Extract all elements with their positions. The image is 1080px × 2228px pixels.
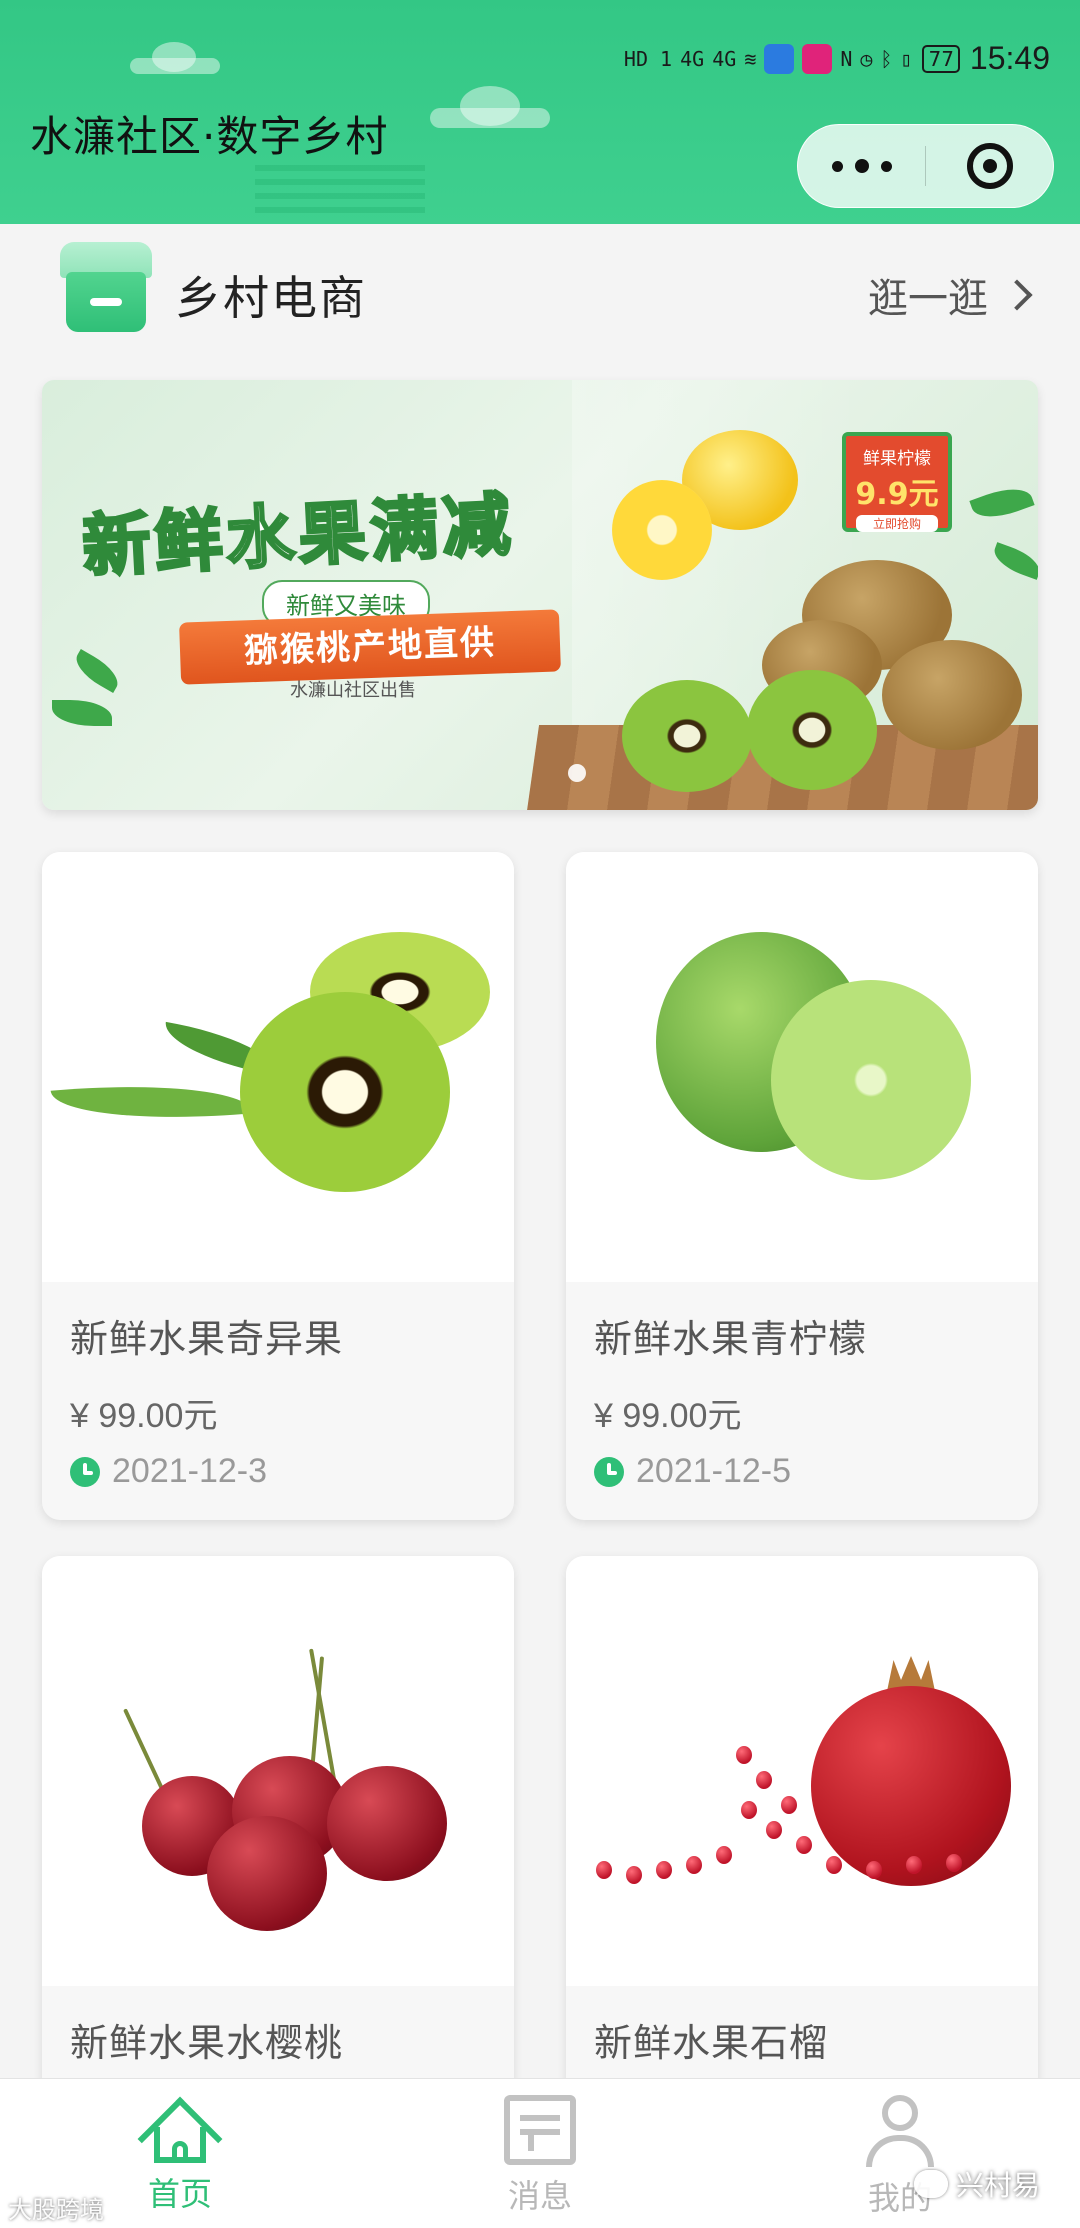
leaf-decoration xyxy=(69,648,125,694)
product-date: 2021-12-3 xyxy=(70,1452,267,1491)
app-screen: HD 1 4G 4G ≋ N ◷ ᛒ ▯ 77 15:49 水濂社区·数字乡村 xyxy=(0,0,1080,2228)
kiwi-slice-image xyxy=(747,670,877,790)
lemon-price-badge: 鲜果柠檬 9.9元 立即抢购 xyxy=(842,432,952,532)
vibrate-icon: ▯ xyxy=(900,46,913,71)
miniprogram-capsule xyxy=(797,124,1054,208)
carousel-indicator[interactable] xyxy=(568,764,586,782)
hd1-label: HD 1 xyxy=(623,46,673,71)
product-card[interactable]: 新鲜水果奇异果 ¥ 99.00元 2021-12-3 xyxy=(42,852,514,1520)
product-name: 新鲜水果水樱桃 xyxy=(70,2021,344,2065)
badge-price: 9.9元 xyxy=(855,477,939,512)
lemon-half-image xyxy=(612,480,712,580)
banner-seller: 水濂山社区出售 xyxy=(290,680,416,701)
product-name: 新鲜水果石榴 xyxy=(594,2021,829,2065)
section-header: 乡村电商 逛一逛 xyxy=(0,224,1080,374)
wifi-icon: ≋ xyxy=(744,46,757,71)
close-miniprogram-button[interactable] xyxy=(926,124,1053,208)
tab-messages[interactable]: 消息 xyxy=(360,2079,720,2228)
cloud-decoration xyxy=(130,42,220,74)
signal-icons: HD 1 4G 4G ≋ N ◷ ᛒ ▯ xyxy=(623,43,913,74)
product-image-pomegranate xyxy=(566,1556,1038,1986)
status-bar: HD 1 4G 4G ≋ N ◷ ᛒ ▯ 77 15:49 xyxy=(624,40,1050,77)
app-notification-icon xyxy=(764,43,795,74)
product-image-kiwi xyxy=(42,852,514,1282)
bluetooth-icon: ᛒ xyxy=(880,46,893,71)
product-name: 新鲜水果青柠檬 xyxy=(594,1317,868,1361)
app-header: HD 1 4G 4G ≋ N ◷ ᛒ ▯ 77 15:49 水濂社区·数字乡村 xyxy=(0,0,1080,224)
app-title: 水濂社区·数字乡村 xyxy=(30,112,389,161)
badge-title: 鲜果柠檬 xyxy=(863,449,931,469)
kiwi-slice-image xyxy=(622,680,752,792)
leaf-decoration xyxy=(989,542,1038,580)
browse-link[interactable]: 逛一逛 xyxy=(868,266,1033,324)
chevron-right-icon xyxy=(1001,279,1033,311)
message-icon xyxy=(504,2095,576,2165)
network-label: 4G xyxy=(712,46,737,71)
product-date-text: 2021-12-5 xyxy=(636,1452,792,1490)
user-icon xyxy=(864,2095,936,2167)
clock-icon xyxy=(594,1456,624,1487)
home-icon xyxy=(137,2095,223,2182)
product-image-lime xyxy=(566,852,1038,1282)
alarm-icon: ◷ xyxy=(860,46,873,71)
leaf-decoration xyxy=(52,700,112,726)
watermark-right: 兴村易 xyxy=(913,2164,1040,2204)
product-price: ¥ 99.00元 xyxy=(70,1397,218,1435)
product-date: 2021-12-5 xyxy=(594,1452,791,1491)
status-time: 15:49 xyxy=(969,40,1050,76)
watermark-left: 大股跨境 xyxy=(8,2196,104,2224)
banner-ribbon: 猕猴桃产地直供 xyxy=(179,609,561,685)
clock-icon xyxy=(70,1456,100,1487)
tab-me[interactable]: 我的 xyxy=(720,2079,1080,2228)
cloud-decoration xyxy=(430,86,550,128)
dot-icon xyxy=(831,160,843,172)
more-menu-button[interactable] xyxy=(798,124,925,208)
tab-label: 消息 xyxy=(507,2177,572,2215)
nfc-icon: N xyxy=(840,46,853,71)
kiwi-image xyxy=(882,640,1022,750)
banner-headline: 新鲜水果满减 xyxy=(79,483,518,589)
dot-icon xyxy=(880,160,892,172)
product-price: ¥ 99.00元 xyxy=(594,1397,742,1435)
target-icon xyxy=(966,143,1013,189)
network-label: 4G xyxy=(680,46,705,71)
app-notification-icon xyxy=(802,43,833,74)
battery-indicator: 77 xyxy=(922,44,960,73)
product-image-cherry xyxy=(42,1556,514,1986)
bottom-tab-bar: 首页 消息 我的 xyxy=(0,2078,1080,2228)
shop-icon xyxy=(60,242,152,334)
section-title: 乡村电商 xyxy=(175,271,367,325)
product-card[interactable]: 新鲜水果青柠檬 ¥ 99.00元 2021-12-5 xyxy=(566,852,1038,1520)
dot-icon xyxy=(854,159,869,173)
leaf-decoration xyxy=(969,480,1035,526)
product-date-text: 2021-12-3 xyxy=(112,1452,268,1490)
watermark-right-text: 兴村易 xyxy=(955,2169,1040,2202)
wechat-icon xyxy=(913,2170,948,2198)
browse-label: 逛一逛 xyxy=(868,276,988,322)
product-name: 新鲜水果奇异果 xyxy=(70,1317,344,1361)
badge-button: 立即抢购 xyxy=(856,515,938,532)
promo-banner[interactable]: 新鲜水果满减 新鲜又美味 猕猴桃产地直供 水濂山社区出售 鲜果柠檬 9.9元 立… xyxy=(42,380,1038,810)
building-decoration xyxy=(255,165,425,220)
